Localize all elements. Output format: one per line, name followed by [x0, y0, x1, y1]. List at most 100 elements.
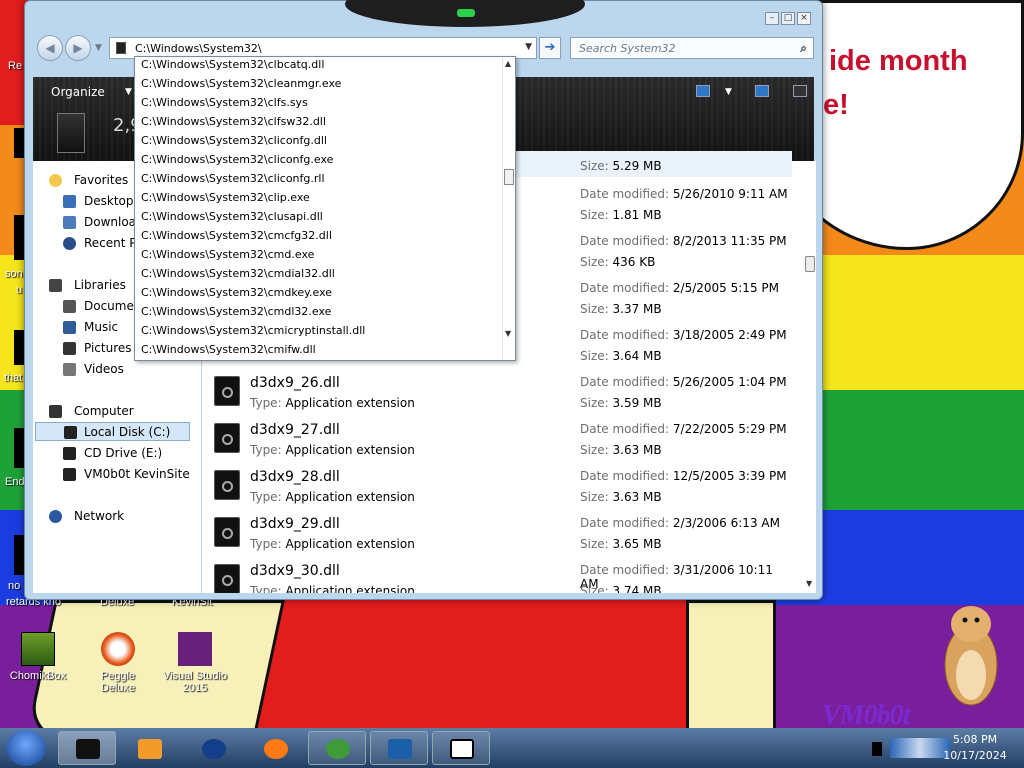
autocomplete-item[interactable]: C:\Windows\System32\cliconfg.rll [141, 172, 325, 191]
autocomplete-item[interactable]: C:\Windows\System32\cmifw.dll [141, 343, 316, 360]
desktop-icon-label: Visual Studio 2015 [162, 670, 227, 694]
chevron-down-icon[interactable]: ▼ [125, 87, 132, 97]
taskbar-windows-button[interactable] [308, 731, 366, 765]
taskbar-browser-button[interactable] [184, 731, 242, 765]
nav-videos[interactable]: Videos [57, 360, 217, 379]
desktop-icon-chomikbox[interactable]: ChomikBox [8, 632, 68, 682]
taskbar-7zip-button[interactable] [432, 731, 490, 765]
maximize-button[interactable]: □ [781, 12, 795, 25]
desktop-icon-fragment[interactable] [14, 128, 24, 158]
nav-kevinsite[interactable]: VM0b0t KevinSite [57, 465, 207, 484]
autocomplete-item[interactable]: C:\Windows\System32\cliconfg.dll [141, 134, 327, 153]
forward-button[interactable]: ▶ [65, 35, 91, 61]
taskbar-explorer-button[interactable] [58, 731, 116, 765]
type-label: Type: [250, 396, 282, 410]
chevron-down-icon[interactable]: ▼ [525, 42, 532, 52]
date-label: Date modified: [580, 234, 670, 248]
help-icon[interactable] [793, 85, 807, 97]
date-label: Date modified: [580, 563, 670, 577]
desktop-label-fragment: that [4, 372, 23, 384]
address-text[interactable]: C:\Windows\System32\ [135, 42, 262, 55]
desktop-icon-visual-studio[interactable]: Visual Studio 2015 [160, 632, 230, 694]
list-item[interactable]: d3dx9_27.dll Type: Application extension… [202, 419, 792, 466]
autocomplete-item[interactable]: C:\Windows\System32\cmdl32.exe [141, 305, 331, 324]
minimize-button[interactable]: – [765, 12, 779, 25]
scroll-up-arrow-icon[interactable]: ▲ [505, 59, 511, 68]
file-date: 8/2/2013 11:35 PM [672, 234, 787, 248]
list-item[interactable]: d3dx9_29.dll Type: Application extension… [202, 513, 792, 560]
vertical-scrollbar[interactable]: ▼ [804, 161, 816, 593]
nav-computer[interactable]: Computer [47, 402, 207, 421]
scrollbar-thumb[interactable] [805, 256, 815, 272]
view-options-icon[interactable] [696, 85, 710, 97]
autocomplete-item[interactable]: C:\Windows\System32\clbcatq.dll [141, 58, 324, 77]
list-item[interactable]: d3dx9_26.dll Type: Application extension… [202, 372, 792, 419]
nav-cd-drive[interactable]: CD Drive (E:) [57, 444, 217, 463]
list-item[interactable]: d3dx9_30.dll Type: Application extension… [202, 560, 792, 593]
autocomplete-item[interactable]: C:\Windows\System32\cliconfg.exe [141, 153, 333, 172]
autocomplete-item[interactable]: C:\Windows\System32\cleanmgr.exe [141, 77, 341, 96]
back-button[interactable]: ◀ [37, 35, 63, 61]
scroll-down-arrow-icon[interactable]: ▼ [505, 329, 511, 338]
desktop-icon-fragment[interactable] [14, 428, 24, 468]
file-date: 5/26/2005 1:04 PM [672, 375, 787, 389]
size-label: Size: [580, 490, 609, 504]
close-button[interactable]: × [797, 12, 811, 25]
autocomplete-item[interactable]: C:\Windows\System32\clfs.sys [141, 96, 308, 115]
search-icon[interactable]: ⌕ [800, 41, 807, 56]
file-size: 3.37 MB [612, 302, 662, 316]
videos-icon [63, 363, 76, 376]
nav-label: CD Drive (E:) [84, 446, 163, 460]
autocomplete-item[interactable]: C:\Windows\System32\cmd.exe [141, 248, 314, 267]
autocomplete-item[interactable]: C:\Windows\System32\clfsw32.dll [141, 115, 326, 134]
desktop-icon-fragment[interactable] [14, 215, 24, 260]
file-size: 436 KB [612, 255, 656, 269]
organize-button[interactable]: Organize [51, 85, 105, 99]
size-label: Size: [580, 159, 609, 173]
preview-pane-icon[interactable] [755, 85, 769, 97]
autocomplete-item[interactable]: C:\Windows\System32\clusapi.dll [141, 210, 323, 229]
search-input[interactable]: Search System32 [579, 42, 676, 55]
autocomplete-item[interactable]: C:\Windows\System32\cmcfg32.dll [141, 229, 332, 248]
scrollbar-thumb[interactable] [504, 169, 514, 185]
autocomplete-item[interactable]: C:\Windows\System32\cmdkey.exe [141, 286, 332, 305]
autocomplete-item[interactable]: C:\Windows\System32\cmicryptinstall.dll [141, 324, 365, 343]
network-icon [49, 510, 62, 523]
desktop-icon-fragment[interactable] [14, 535, 24, 575]
nav-label: Favorites [74, 173, 129, 187]
file-size: 3.65 MB [612, 537, 662, 551]
file-type: Application extension [285, 584, 415, 593]
desktop-icon-peggle[interactable]: Peggle Deluxe [86, 632, 150, 694]
taskbar-media-button[interactable] [120, 731, 178, 765]
size-label: Size: [580, 349, 609, 363]
search-box[interactable]: Search System32 ⌕ [570, 37, 814, 59]
size-label: Size: [580, 443, 609, 457]
selected-drive-icon [57, 113, 85, 153]
taskbar-firefox-button[interactable] [246, 731, 304, 765]
size-label: Size: [580, 255, 609, 269]
file-size: 3.64 MB [612, 349, 662, 363]
date-label: Date modified: [580, 281, 670, 295]
autocomplete-item[interactable]: C:\Windows\System32\cmdial32.dll [141, 267, 335, 286]
desktop-icon-fragment[interactable] [14, 330, 24, 365]
address-autocomplete-dropdown[interactable]: C:\Windows\System32\clbcatq.dll C:\Windo… [134, 56, 516, 361]
nav-network[interactable]: Network [47, 507, 207, 526]
taskbar-clock[interactable]: 5:08 PM 10/17/2024 [940, 732, 1010, 764]
list-item[interactable]: d3dx9_28.dll Type: Application extension… [202, 466, 792, 513]
type-label: Type: [250, 537, 282, 551]
taskbar-window-button[interactable] [370, 731, 428, 765]
go-button[interactable]: ➔ [539, 37, 561, 59]
start-button[interactable] [6, 730, 46, 766]
nav-local-disk[interactable]: Local Disk (C:) [35, 422, 190, 441]
tray-expand-icon[interactable] [872, 742, 882, 756]
date-label: Date modified: [580, 187, 670, 201]
bubble-text-2: e! [823, 89, 849, 121]
autocomplete-item[interactable]: C:\Windows\System32\clip.exe [141, 191, 310, 210]
dropdown-scrollbar[interactable]: ▲ ▼ [502, 57, 515, 360]
recent-pages-dropdown[interactable]: ▼ [95, 43, 102, 53]
file-type: Application extension [285, 396, 415, 410]
scroll-down-arrow-icon[interactable]: ▼ [806, 579, 812, 588]
desktop-label-fragment: Re [8, 60, 23, 72]
dll-file-icon [214, 423, 240, 453]
chevron-down-icon[interactable]: ▼ [725, 87, 732, 97]
